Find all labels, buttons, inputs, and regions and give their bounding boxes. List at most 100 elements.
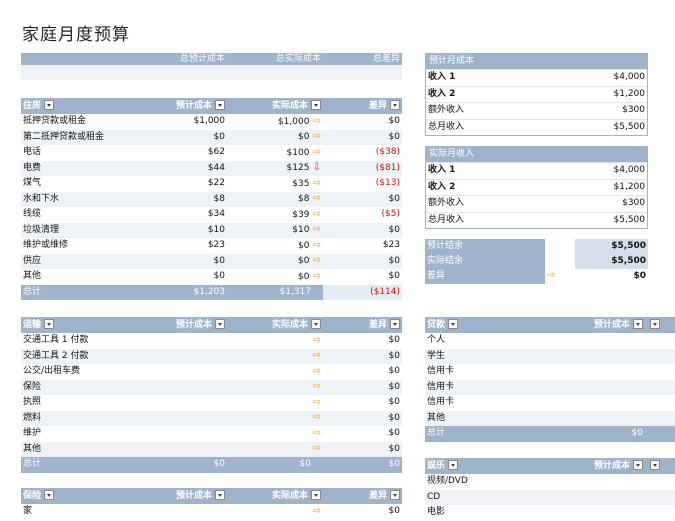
arrow-right-icon: ⇨ <box>309 270 321 282</box>
housing-row-actual[interactable]: $39 ⇨ <box>227 207 323 224</box>
housing-row-name[interactable]: 抵押贷款或租金 <box>21 114 131 130</box>
housing-row-name[interactable]: 垃圾清理 <box>21 223 131 239</box>
transport-row-name[interactable]: 交通工具 2 付款 <box>21 349 131 365</box>
transport-row-actual[interactable]: ⇨ <box>227 379 323 396</box>
income-value: $1,200 <box>613 88 646 99</box>
housing-row-name[interactable]: 第二抵押贷款或租金 <box>21 130 131 146</box>
housing-row-planned[interactable]: $23 <box>131 238 227 254</box>
housing-col-2: 实际成本 <box>227 98 323 114</box>
planned-income-title: 预计月成本 <box>426 54 647 69</box>
housing-row-name[interactable]: 维护或维修 <box>21 238 131 254</box>
insurance-filter-button-3[interactable] <box>390 489 400 500</box>
transport-row-name[interactable]: 公交/出租车费 <box>21 364 131 380</box>
housing-row-name[interactable]: 电费 <box>21 161 131 177</box>
transport-row-actual[interactable]: ⇨ <box>227 348 323 365</box>
housing-row-planned[interactable]: $0 <box>131 254 227 270</box>
housing-row-actual[interactable]: $0 ⇨ <box>227 269 323 286</box>
filter-button-partial[interactable] <box>650 459 660 470</box>
loans-row-name[interactable]: 信用卡 <box>425 395 675 411</box>
housing-row-name[interactable]: 其他 <box>21 269 131 285</box>
transport-row-name[interactable]: 交通工具 1 付款 <box>21 333 131 349</box>
housing-row-planned[interactable]: $22 <box>131 176 227 192</box>
transport-row-name[interactable]: 执照 <box>21 395 131 411</box>
housing-row-planned[interactable]: $0 <box>131 269 227 285</box>
housing-row-actual[interactable]: $100 ⇨ <box>227 145 323 162</box>
arrow-down-icon: ⇩ <box>309 162 321 173</box>
transport-row-actual[interactable]: ⇨ <box>227 426 323 443</box>
housing-row-name[interactable]: 电话 <box>21 145 131 161</box>
housing-filter-button-3[interactable] <box>390 99 400 110</box>
housing-row-planned[interactable]: $1,000 <box>131 114 227 130</box>
loans-row-name[interactable]: 个人 <box>425 333 675 349</box>
housing-row-diff: ($13) <box>375 178 400 188</box>
list-item: 信用卡 <box>425 379 675 396</box>
housing-filter-button-2[interactable] <box>311 99 321 110</box>
housing-row-planned[interactable]: $62 <box>131 145 227 161</box>
filter-button-partial[interactable] <box>650 318 660 329</box>
loans-row-name[interactable]: 信用卡 <box>425 380 675 396</box>
transport-row-name[interactable]: 其他 <box>21 442 131 458</box>
insurance-row-name[interactable]: 家 <box>21 504 131 520</box>
transport-row-actual[interactable]: ⇨ <box>227 395 323 412</box>
housing-row-planned[interactable]: $44 <box>131 161 227 177</box>
loans-row-name[interactable]: 其他 <box>425 411 675 427</box>
transport-row-name[interactable]: 维护 <box>21 426 131 442</box>
loans-row-name[interactable]: 信用卡 <box>425 364 675 380</box>
housing-row-actual[interactable]: $35 ⇨ <box>227 176 323 193</box>
table-row: 煤气 $22 $35 ⇨ ($13) <box>21 176 402 192</box>
income-row: 额外收入 $300 <box>426 195 647 212</box>
actual-income-title: 实际月收入 <box>426 147 647 162</box>
entertainment-row-name[interactable]: CD <box>425 490 675 506</box>
transport-row-name[interactable]: 燃料 <box>21 411 131 427</box>
arrow-right-icon: ⇨ <box>309 146 321 158</box>
transport-row-actual[interactable]: ⇨ <box>227 364 323 381</box>
housing-row-actual[interactable]: $8 ⇨ <box>227 191 323 208</box>
loans-filter-button-1[interactable] <box>633 318 643 329</box>
housing-row-planned[interactable]: $8 <box>131 192 227 208</box>
housing-row-diff: $23 <box>382 240 400 250</box>
housing-filter-button-1[interactable] <box>215 99 225 110</box>
transport-filter-button-3[interactable] <box>390 318 400 329</box>
table-row: 维护或维修 $23 $0 ⇨ $23 <box>21 238 402 254</box>
housing-row-actual[interactable]: $0 ⇨ <box>227 129 323 146</box>
housing-col-0: 住房 <box>21 98 131 114</box>
entertainment-row-name[interactable]: 电影 <box>425 505 675 521</box>
insurance-filter-button-2[interactable] <box>311 489 321 500</box>
housing-row-actual[interactable]: $0 ⇨ <box>227 238 323 255</box>
housing-row-name[interactable]: 供应 <box>21 254 131 270</box>
transport-row-actual[interactable]: ⇨ <box>227 410 323 427</box>
housing-filter-button-0[interactable] <box>44 99 55 110</box>
entertainment-filter-button-1[interactable] <box>633 459 643 470</box>
insurance-filter-button-1[interactable] <box>215 489 225 500</box>
loans-row-name[interactable]: 学生 <box>425 349 675 365</box>
transport-filter-button-1[interactable] <box>215 318 225 329</box>
housing-row-actual[interactable]: $0 ⇨ <box>227 253 323 270</box>
housing-total-diff: ($114) <box>323 284 402 300</box>
entertainment-row-name[interactable]: 视频/DVD <box>425 474 675 490</box>
table-row: 家 ⇨ $0 <box>21 504 402 520</box>
housing-row-name[interactable]: 线缆 <box>21 207 131 223</box>
transport-row-actual[interactable]: ⇨ <box>227 441 323 458</box>
transport-filter-button-2[interactable] <box>311 318 321 329</box>
entertainment-table: 娱乐 预计成本 视频/DVD CD 电影 <box>425 458 675 521</box>
transport-row-actual[interactable]: ⇨ <box>227 333 323 350</box>
transport-col-0: 运输 <box>21 317 131 333</box>
housing-row-actual[interactable]: $125 ⇩ <box>227 160 323 177</box>
arrow-right-icon: ⇨ <box>312 505 321 517</box>
housing-row-name[interactable]: 水和下水 <box>21 192 131 208</box>
transport-filter-button-0[interactable] <box>44 318 55 329</box>
housing-row-actual[interactable]: $10 ⇨ <box>227 222 323 239</box>
housing-row-planned[interactable]: $0 <box>131 130 227 146</box>
insurance-filter-button-0[interactable] <box>44 489 55 500</box>
insurance-row-actual[interactable]: ⇨ <box>227 504 323 521</box>
insurance-col-label-3: 差异 <box>368 491 387 501</box>
housing-col-1: 预计成本 <box>131 98 227 114</box>
transport-row-name[interactable]: 保险 <box>21 380 131 396</box>
entertainment-filter-button-0[interactable] <box>448 459 459 470</box>
loans-filter-button-0[interactable] <box>448 318 459 329</box>
housing-row-planned[interactable]: $10 <box>131 223 227 239</box>
housing-row-planned[interactable]: $34 <box>131 207 227 223</box>
housing-row-diff: ($5) <box>381 209 400 219</box>
housing-row-name[interactable]: 煤气 <box>21 176 131 192</box>
housing-row-actual[interactable]: $1,000 ⇨ <box>227 114 323 131</box>
